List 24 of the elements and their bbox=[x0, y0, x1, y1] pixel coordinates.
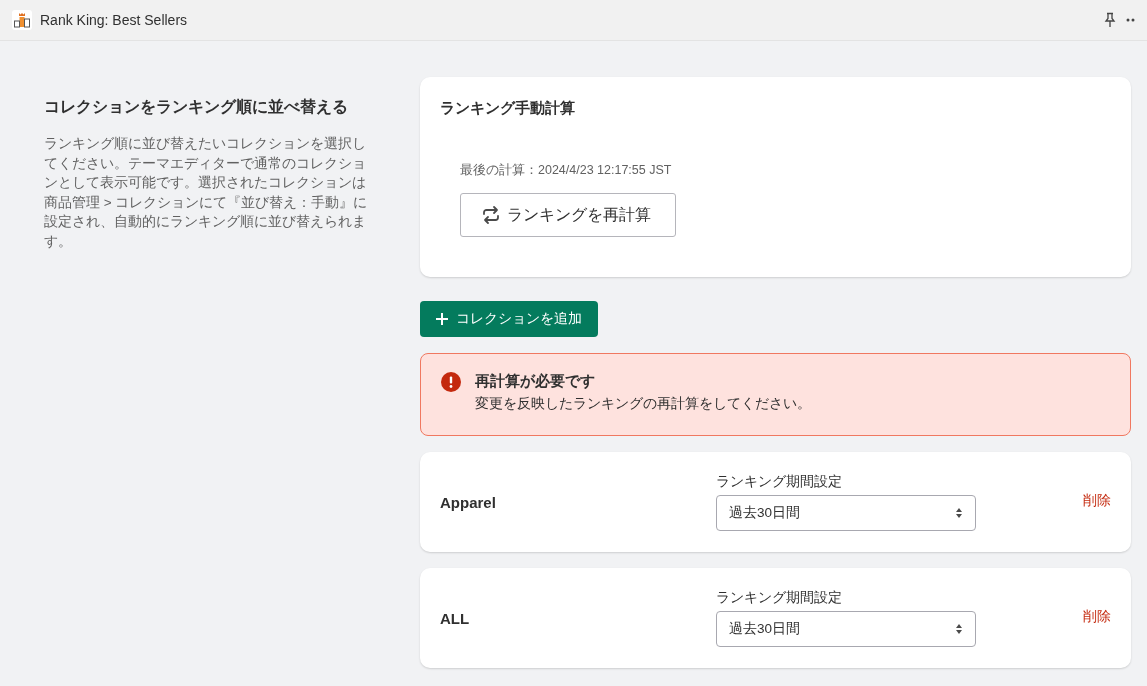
pin-icon[interactable] bbox=[1103, 12, 1117, 28]
chevron-updown-icon bbox=[955, 507, 963, 519]
alert-message: 変更を反映したランキングの再計算をしてください。 bbox=[475, 395, 811, 413]
alert-icon bbox=[441, 372, 461, 392]
last-calculated-text: 最後の計算：2024/4/23 12:17:55 JST bbox=[460, 162, 673, 179]
chevron-updown-icon bbox=[955, 623, 963, 635]
plus-icon bbox=[436, 313, 448, 325]
app-logo-icon bbox=[12, 10, 32, 30]
period-select[interactable]: 過去30日間 bbox=[716, 495, 976, 531]
field-label: ランキング期間設定 bbox=[716, 473, 843, 491]
add-collection-button[interactable]: コレクションを追加 bbox=[420, 301, 598, 337]
section-description: ランキング順に並び替えたいコレクションを選択してください。テーマエディターで通常のコレクションとして表示可能です。選択されたコレクションは商品管理 > コレクションにて『並び替え：手動』に設定され、自動的にランキング順に並び替えられます。 bbox=[44, 135, 369, 251]
collection-name: ALL bbox=[440, 609, 471, 627]
app-title: Rank King: Best Sellers bbox=[40, 12, 189, 28]
refresh-icon bbox=[481, 205, 501, 225]
card-title: ランキング手動計算 bbox=[440, 99, 576, 118]
recalculate-button[interactable]: ランキングを再計算 bbox=[460, 193, 676, 237]
alert-title: 再計算が必要です bbox=[475, 372, 596, 391]
field-label: ランキング期間設定 bbox=[716, 589, 843, 607]
collection-name: Apparel bbox=[440, 493, 497, 511]
section-heading: コレクションをランキング順に並べ替える bbox=[44, 97, 349, 117]
delete-link[interactable]: 削除 bbox=[1083, 608, 1111, 626]
delete-link[interactable]: 削除 bbox=[1083, 492, 1111, 510]
period-select[interactable]: 過去30日間 bbox=[716, 611, 976, 647]
